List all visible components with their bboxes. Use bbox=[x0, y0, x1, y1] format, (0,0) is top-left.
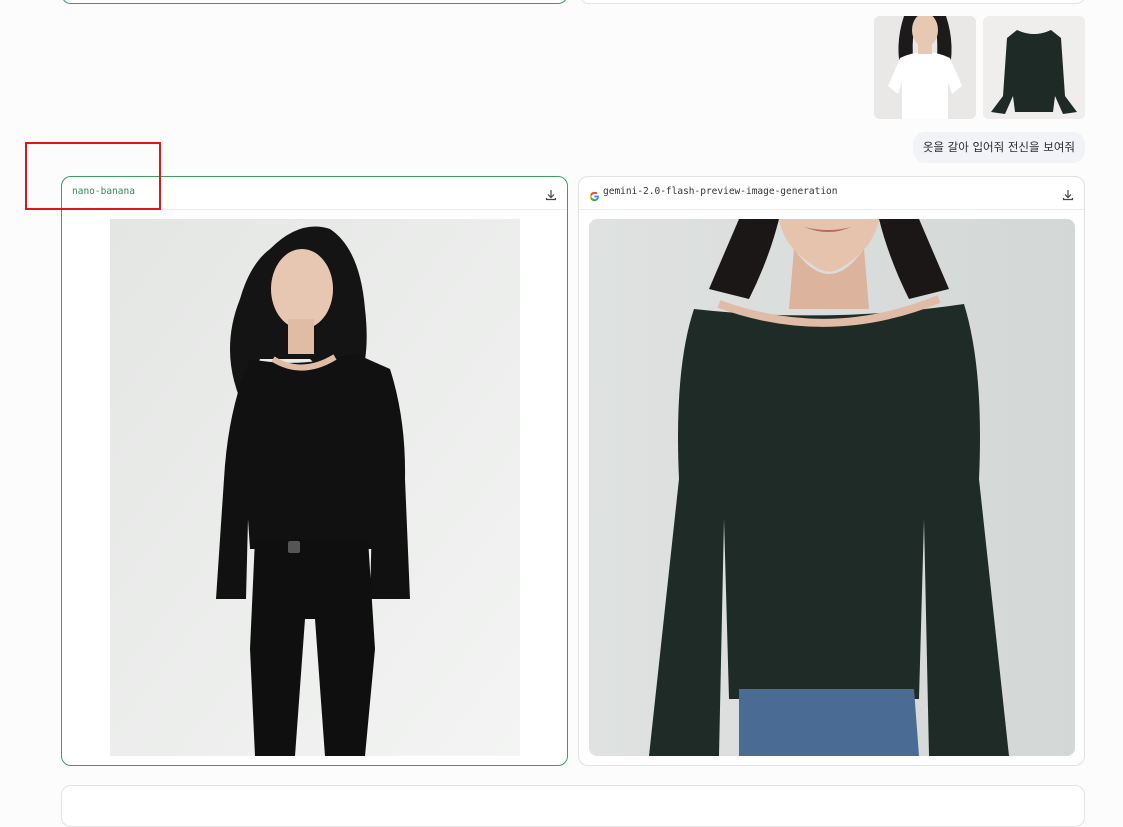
woman-white-tshirt-photo bbox=[874, 16, 976, 119]
next-response-card bbox=[61, 785, 1085, 827]
generated-image[interactable] bbox=[589, 219, 1075, 756]
download-icon[interactable] bbox=[1062, 186, 1074, 205]
response-card-nano-banana: nano-banana bbox=[61, 176, 568, 766]
woman-black-top-jeans-full-body bbox=[110, 219, 520, 756]
dark-green-top-cropped-torso bbox=[589, 219, 1075, 756]
google-icon bbox=[589, 187, 600, 206]
download-icon[interactable] bbox=[545, 186, 557, 205]
dark-green-bell-sleeve-top-photo bbox=[983, 16, 1085, 119]
response-card-gemini: gemini-2.0-flash-preview-image-generatio… bbox=[578, 176, 1085, 766]
card-header: gemini-2.0-flash-preview-image-generatio… bbox=[579, 177, 1084, 210]
generated-image[interactable] bbox=[110, 219, 520, 756]
previous-response-card-right bbox=[579, 0, 1086, 4]
highlight-box bbox=[25, 142, 161, 210]
attachment-thumbnail-person[interactable] bbox=[874, 16, 976, 119]
previous-response-card-left bbox=[61, 0, 568, 4]
model-name-label: gemini-2.0-flash-preview-image-generatio… bbox=[603, 186, 838, 197]
attachment-thumbnail-top[interactable] bbox=[983, 16, 1085, 119]
user-message-bubble: 옷을 갈아 입어줘 전신을 보여줘 bbox=[912, 132, 1085, 163]
